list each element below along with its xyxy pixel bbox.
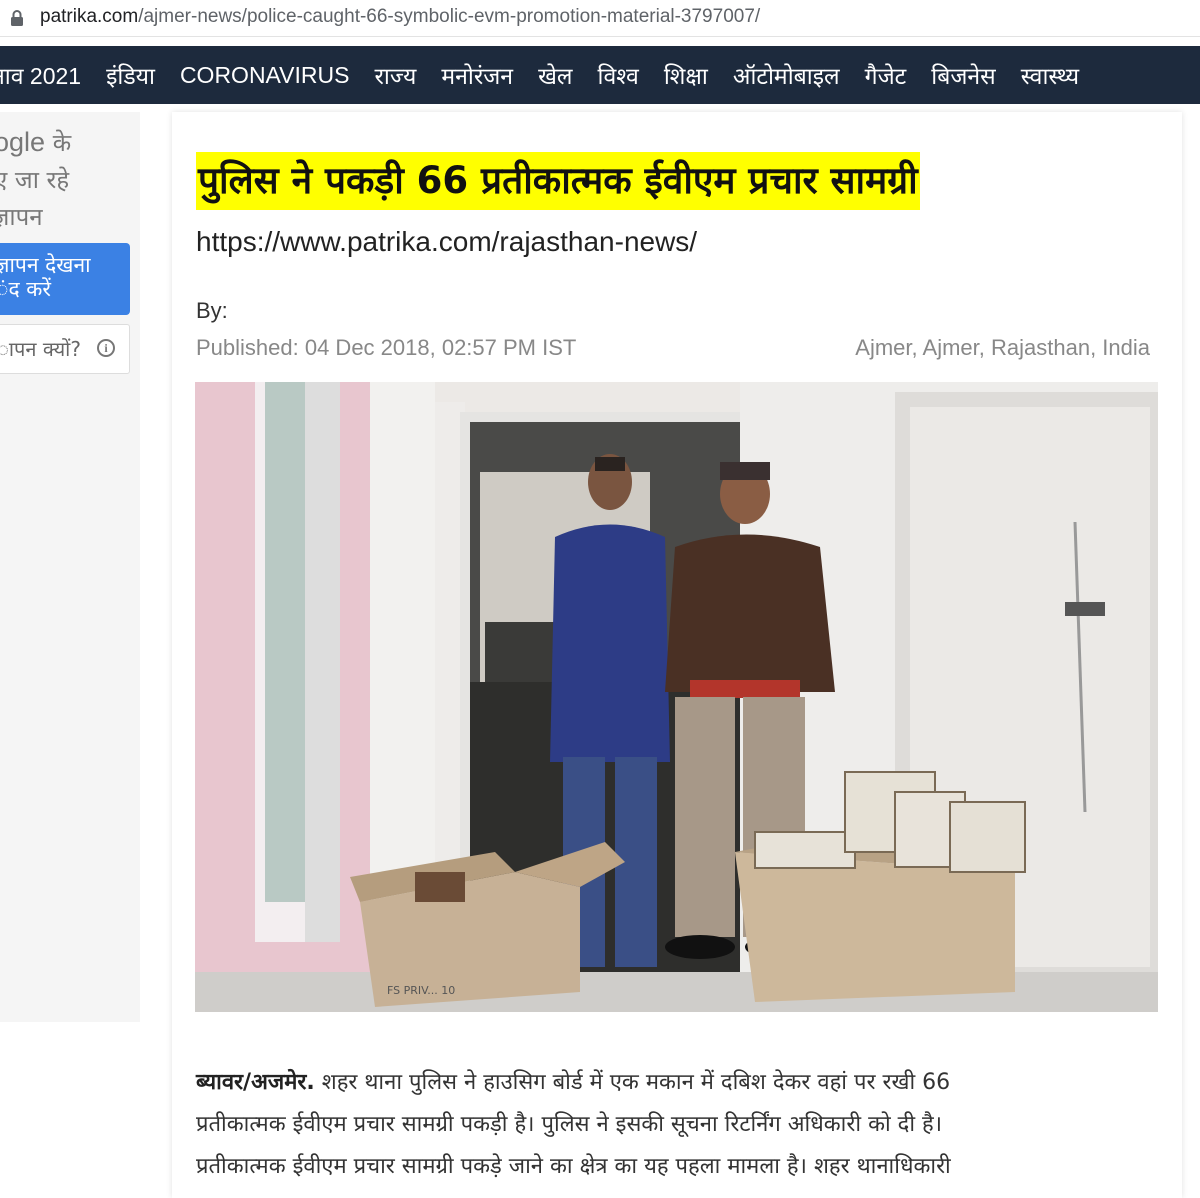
body-line-1-text: शहर थाना पुलिस ने हाउसिग बोर्ड में एक मक… <box>314 1070 951 1095</box>
why-this-ad-button[interactable]: ापन क्यों? i <box>0 324 130 374</box>
article-location: Ajmer, Ajmer, Rajasthan, India <box>855 335 1150 360</box>
ad-line2: ए जा रहे <box>0 166 70 194</box>
published-date: Published: 04 Dec 2018, 02:57 PM IST <box>196 335 577 360</box>
nav-item[interactable]: गैजेट <box>865 59 907 91</box>
body-line-1: ब्यावर/अजमेर. शहर थाना पुलिस ने हाउसिग ब… <box>196 1062 1126 1104</box>
info-icon: i <box>97 339 115 357</box>
lock-icon <box>11 10 23 26</box>
site-navigation: नाव 2021 इंडिया CORONAVIRUS राज्य मनोरंजन खेल… <box>0 46 1200 104</box>
nav-item[interactable]: CORONAVIRUS <box>180 62 350 89</box>
browser-url-bar[interactable]: patrika.com/ajmer-news/police-caught-66-… <box>0 0 1200 37</box>
nav-item[interactable]: इंडिया <box>106 59 155 91</box>
nav-item[interactable]: खेल <box>538 59 572 91</box>
body-line-2: प्रतीकात्मक ईवीएम प्रचार सामग्री पकड़ी ह… <box>196 1112 943 1137</box>
url-path: /ajmer-news/police-caught-66-symbolic-ev… <box>138 6 761 27</box>
byline: By: <box>196 298 228 323</box>
nav-item[interactable]: राज्य <box>374 59 416 91</box>
box-label: FS PRIV... 10 <box>387 984 455 997</box>
nav-item[interactable]: नाव 2021 <box>0 59 81 91</box>
nav-item[interactable]: विश्व <box>598 59 639 91</box>
body-line-3: प्रतीकात्मक ईवीएम प्रचार सामग्री पकड़े ज… <box>196 1154 951 1179</box>
article-photo: FS PRIV... 10 <box>195 382 1158 1012</box>
nav-item[interactable]: स्वास्थ्य <box>1021 59 1079 91</box>
source-url[interactable]: https://www.patrika.com/rajasthan-news/ <box>196 226 697 258</box>
why-this-ad-label: ापन क्यों? <box>0 337 81 361</box>
url-domain: patrika.com <box>40 6 139 27</box>
article-body: ब्यावर/अजमेर. शहर थाना पुलिस ने हाउसिग ब… <box>196 1062 1126 1188</box>
article-headline: पुलिस ने पकड़ी 66 प्रतीकात्मक ईवीएम प्रच… <box>196 152 920 210</box>
ad-button-line1: ज्ञापन देखना <box>0 253 91 277</box>
nav-item[interactable]: बिजनेस <box>931 59 995 91</box>
ad-brand: ogle <box>0 127 46 157</box>
nav-item[interactable]: मनोरंजन <box>441 59 513 91</box>
ad-line3: ज्ञापन <box>0 203 43 231</box>
nav-item[interactable]: ऑटोमोबाइल <box>733 59 840 91</box>
url-text[interactable]: patrika.com/ajmer-news/police-caught-66-… <box>40 6 760 28</box>
ad-text: ogle के ए जा रहे ज्ञापन <box>0 124 114 236</box>
ad-button-line2: ंद करें <box>0 277 52 301</box>
dateline: ब्यावर/अजमेर. <box>196 1070 315 1095</box>
ad-line1: के <box>52 129 72 157</box>
nav-items: नाव 2021 इंडिया CORONAVIRUS राज्य मनोरंजन खेल… <box>0 46 1104 104</box>
nav-item[interactable]: शिक्षा <box>664 59 708 91</box>
stop-seeing-ad-button[interactable]: ज्ञापन देखना ंद करें <box>0 243 130 315</box>
photo-illustration: FS PRIV... 10 <box>195 382 1158 1012</box>
